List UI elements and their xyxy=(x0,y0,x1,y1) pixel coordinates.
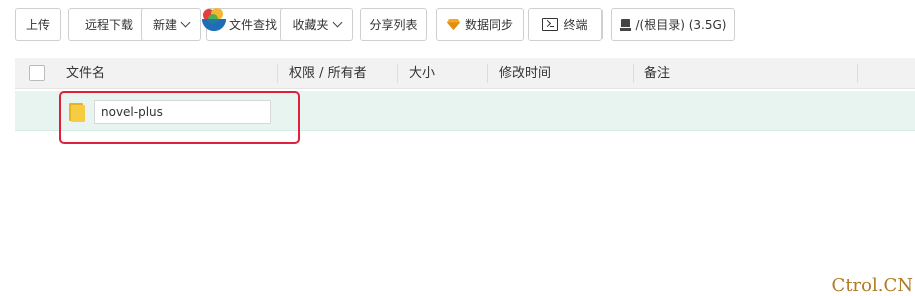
watermark: Ctrol.CN xyxy=(831,275,913,296)
chevron-down-icon xyxy=(332,17,342,28)
upload-button[interactable]: 上传 xyxy=(15,8,61,41)
path-label: /(根目录) (3.5G) xyxy=(635,18,727,32)
header-modified-time[interactable]: 修改时间 xyxy=(499,58,551,89)
terminal-label: 终端 xyxy=(563,18,588,32)
header-permission-owner[interactable]: 权限 / 所有者 xyxy=(289,58,367,89)
file-search-label: 文件查找 xyxy=(228,18,277,32)
highlight-annotation-box xyxy=(59,91,300,144)
toolbar-divider xyxy=(602,10,603,39)
share-list-button[interactable]: 分享列表 xyxy=(360,8,427,41)
disk-icon xyxy=(619,18,631,31)
column-divider xyxy=(633,64,634,83)
terminal-icon xyxy=(542,18,559,31)
file-table-header: 文件名 权限 / 所有者 大小 修改时间 备注 xyxy=(15,58,915,89)
remote-download-button[interactable]: 远程下载 xyxy=(68,8,150,41)
share-list-label: 分享列表 xyxy=(369,18,418,32)
data-sync-button[interactable]: 数据同步 xyxy=(436,8,524,41)
gem-icon xyxy=(446,19,460,30)
app-logo-icon xyxy=(199,5,229,35)
data-sync-label: 数据同步 xyxy=(464,18,513,32)
column-divider xyxy=(397,64,398,83)
upload-label: 上传 xyxy=(25,18,50,32)
path-button[interactable]: /(根目录) (3.5G) xyxy=(611,8,735,41)
new-label: 新建 xyxy=(152,18,177,32)
column-divider xyxy=(487,64,488,83)
header-remark[interactable]: 备注 xyxy=(644,58,670,89)
column-divider xyxy=(277,64,278,83)
favorites-dropdown-button[interactable]: 收藏夹 xyxy=(280,8,353,41)
favorites-label: 收藏夹 xyxy=(292,18,329,32)
chevron-down-icon xyxy=(180,17,191,28)
header-filename[interactable]: 文件名 xyxy=(66,58,105,89)
column-divider xyxy=(857,64,858,83)
remote-download-label: 远程下载 xyxy=(84,18,133,32)
new-dropdown-button[interactable]: 新建 xyxy=(141,8,201,41)
terminal-button[interactable]: 终端 xyxy=(528,8,602,41)
header-size[interactable]: 大小 xyxy=(409,58,435,89)
select-all-checkbox[interactable] xyxy=(29,65,45,81)
